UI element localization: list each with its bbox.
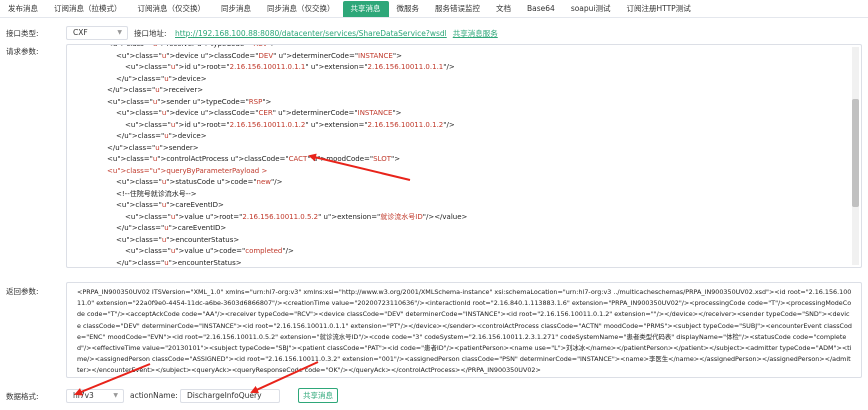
data-format-value: hl7v3 (73, 391, 94, 400)
response-params-textarea[interactable]: <PRPA_IN900350UV02 ITSVersion="XML_1.0" … (66, 282, 862, 378)
xml-line: <u">class="u">value u">root="2.16.156.10… (125, 212, 468, 221)
data-format-label: 数据格式: (6, 392, 39, 401)
tab-10[interactable]: soapui测试 (563, 1, 619, 17)
tab-4[interactable]: 同步消息（仅交换） (259, 1, 343, 17)
xml-line: </u">class="u">sender> (107, 143, 199, 152)
xml-line: <u">class="u">id u">root="2.16.156.10011… (125, 63, 455, 71)
interface-addr-url[interactable]: http://192.168.100.88:8080/datacenter/se… (175, 29, 447, 38)
tab-1[interactable]: 订阅消息（拉模式） (46, 1, 130, 17)
action-name-label: actionName: (130, 391, 178, 400)
xml-line: </u">class="u">encounterStatus> (116, 258, 242, 267)
xml-line: </u">class="u">careEventID> (116, 224, 227, 232)
xml-line: </u">class="u">device> (116, 74, 207, 83)
xml-line: <u">class="u">careEventID> (116, 201, 224, 209)
interface-addr-link[interactable]: http://192.168.100.88:8080/datacenter/se… (175, 28, 498, 39)
interface-type-select[interactable]: CXF ▼ (66, 26, 128, 40)
tab-8[interactable]: 文档 (488, 1, 519, 17)
editor-scrollbar[interactable] (852, 47, 859, 265)
chevron-down-icon: ▼ (117, 29, 122, 36)
request-params-editor[interactable]: <u">class="u">receiver u">typeCode="RCV"… (66, 44, 862, 268)
share-message-button[interactable]: 共享消息 (298, 388, 338, 403)
tab-0[interactable]: 发布消息 (0, 1, 46, 17)
chevron-down-icon: ▼ (113, 392, 118, 399)
xml-line: <u">class="u">controlActProcess u">class… (107, 155, 401, 163)
xml-line: <u">class="u">device u">classCode="DEV" … (116, 51, 402, 60)
tab-7[interactable]: 服务错误监控 (427, 1, 488, 17)
tab-9[interactable]: Base64 (519, 1, 563, 17)
interface-addr-label: 接口地址: (134, 29, 167, 38)
interface-type-label: 接口类型: (6, 29, 39, 38)
data-format-select[interactable]: hl7v3 ▼ (66, 389, 124, 403)
xml-line: <u">class="u">value u">code="completed"/… (125, 247, 294, 255)
response-params-label: 返回参数: (6, 287, 39, 296)
action-name-input[interactable]: DischargeInfoQuery (180, 389, 280, 403)
xml-line: </u">class="u">device> (116, 132, 207, 140)
xml-line: <!--住院号就诊流水号--> (116, 189, 197, 198)
tab-6[interactable]: 微服务 (389, 1, 428, 17)
xml-line: </u">class="u">receiver> (107, 86, 204, 94)
xml-line: <u">class="u">sender u">typeCode="RSP"> (107, 97, 272, 106)
request-xml-content[interactable]: <u">class="u">receiver u">typeCode="RCV"… (89, 45, 849, 267)
scrollbar-thumb[interactable] (852, 99, 859, 207)
request-params-label: 请求参数: (6, 47, 39, 56)
tab-5[interactable]: 共享消息 (342, 1, 389, 17)
tab-11[interactable]: 订阅注册HTTP测试 (619, 1, 699, 17)
xml-line: <u">class="u">statusCode u">code="new"/> (116, 178, 283, 186)
top-tab-bar: 发布消息 订阅消息（拉模式） 订阅消息（仅交换） 同步消息 同步消息（仅交换） 共享消息微… (0, 0, 868, 18)
interface-type-value: CXF (73, 28, 88, 37)
xml-line: <u">class="u">queryByParameterPayload > (107, 166, 268, 175)
tab-3[interactable]: 同步消息 (213, 1, 259, 17)
xml-line: <u">class="u">id u">root="2.16.156.10011… (125, 120, 455, 129)
tab-2[interactable]: 订阅消息（仅交换） (130, 1, 214, 17)
xml-line: <u">class="u">encounterStatus> (116, 235, 240, 244)
xml-line: <u">class="u">device u">classCode="CER" … (116, 109, 402, 117)
share-service-link[interactable]: 共享消息服务 (453, 29, 498, 38)
